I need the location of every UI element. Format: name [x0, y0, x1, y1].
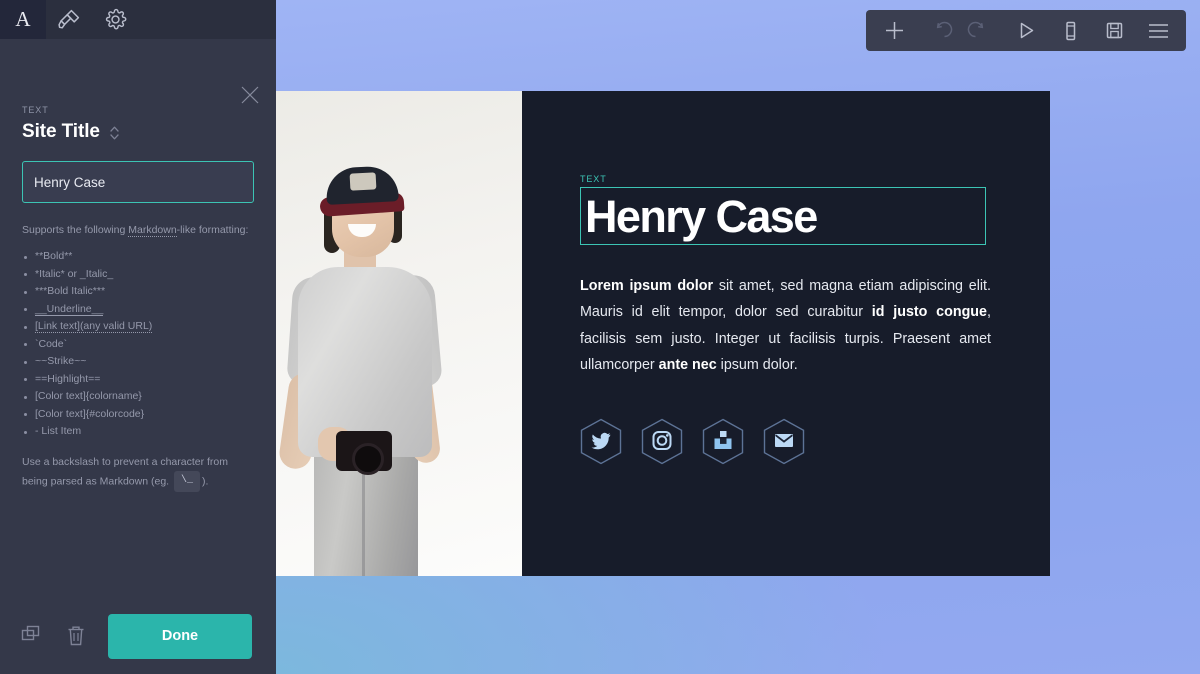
- mobile-preview-button[interactable]: [1048, 10, 1092, 51]
- editor-footer: Done: [0, 598, 276, 674]
- duplicate-icon: [21, 625, 40, 641]
- list-item: `Code`: [22, 336, 254, 354]
- duplicate-button[interactable]: [20, 624, 44, 648]
- social-email[interactable]: [763, 418, 805, 465]
- md-colorname: [Color text]{colorname}: [35, 390, 142, 403]
- body-text-segment: ipsum dolor.: [716, 356, 798, 373]
- body-bold-segment: ante nec: [658, 356, 717, 373]
- redo-button[interactable]: [960, 10, 1004, 51]
- letter-a-icon: A: [15, 7, 31, 31]
- list-item: ==Highlight==: [22, 371, 254, 389]
- site-body-copy[interactable]: Lorem ipsum dolor sit amet, sed magna et…: [580, 273, 991, 378]
- md-highlight: ==Highlight==: [35, 372, 101, 385]
- help-intro-pre: Supports the following: [22, 224, 129, 236]
- done-button[interactable]: Done: [108, 613, 252, 659]
- help-intro-post: -like formatting:: [176, 224, 249, 236]
- list-item: [Color text]{colorname}: [22, 388, 254, 406]
- list-item: **Bold**: [22, 248, 254, 266]
- markdown-syntax-list: **Bold** *Italic* or _Italic_ ***Bold It…: [22, 248, 254, 441]
- text-tab[interactable]: A: [0, 0, 46, 39]
- body-bold-segment: id justo congue: [871, 304, 987, 321]
- list-item: [Color text]{#colorcode}: [22, 406, 254, 424]
- social-twitter[interactable]: [580, 418, 622, 465]
- add-button[interactable]: [872, 10, 916, 51]
- plus-icon: [885, 22, 903, 39]
- preview-button[interactable]: [1004, 10, 1048, 51]
- md-underline: __Underline__: [35, 302, 104, 316]
- md-code: `Code`: [35, 337, 68, 350]
- gear-icon: [105, 8, 126, 30]
- list-item: *Italic* or _Italic_: [22, 266, 254, 284]
- delete-button[interactable]: [64, 624, 88, 648]
- close-panel-button[interactable]: [237, 82, 263, 108]
- markdown-link[interactable]: Markdown: [128, 224, 177, 237]
- note-post: ).: [202, 474, 209, 487]
- editor-tabbar: A: [0, 0, 276, 39]
- mobile-icon: [1065, 21, 1075, 40]
- md-bold-italic: ***Bold Italic***: [35, 285, 106, 298]
- md-bold: **Bold**: [35, 250, 73, 263]
- social-links: [580, 418, 1050, 465]
- list-item: ***Bold Italic***: [22, 283, 254, 301]
- list-item: [Link text](any valid URL): [22, 318, 254, 336]
- body-bold-segment: Lorem ipsum dolor: [580, 278, 714, 294]
- menu-button[interactable]: [1136, 10, 1180, 51]
- close-icon: [241, 86, 259, 104]
- field-title-row: Site Title: [22, 121, 254, 143]
- md-italic: *Italic* or _Italic_: [35, 267, 114, 280]
- undo-button[interactable]: [916, 10, 960, 51]
- site-title-input[interactable]: [22, 161, 254, 203]
- top-toolbar: [866, 10, 1186, 51]
- settings-tab[interactable]: [92, 0, 138, 39]
- list-item: ~~Strike~~: [22, 353, 254, 371]
- social-dropbox[interactable]: [702, 418, 744, 465]
- field-kicker: TEXT: [22, 105, 49, 115]
- headline-selection-box[interactable]: Henry Case: [580, 187, 986, 245]
- hamburger-menu-icon: [1148, 23, 1168, 38]
- md-colorcode: [Color text]{#colorcode}: [35, 407, 145, 420]
- trash-icon: [68, 626, 84, 646]
- paint-brush-icon: [57, 9, 79, 29]
- markdown-help-intro: Supports the following Markdown-like for…: [22, 223, 254, 237]
- play-icon: [1020, 22, 1033, 39]
- save-button[interactable]: [1092, 10, 1136, 51]
- redo-icon: [967, 21, 984, 37]
- list-item: - List Item: [22, 423, 254, 441]
- site-preview: TEXT Henry Case Lorem ipsum dolor sit am…: [276, 91, 1050, 576]
- selected-block-label: TEXT: [580, 174, 607, 184]
- field-title: Site Title: [22, 121, 100, 142]
- undo-icon: [936, 21, 953, 37]
- style-tab[interactable]: [46, 0, 92, 39]
- backslash-code-chip: \_: [174, 470, 201, 492]
- editor-sidebar: A TEXT Site Title Henry Case Supports th…: [0, 0, 276, 674]
- photo-cap-logo: [349, 172, 377, 191]
- hero-content: TEXT Henry Case Lorem ipsum dolor sit am…: [522, 91, 1050, 576]
- social-instagram[interactable]: [641, 418, 683, 465]
- md-link: [Link text](any valid URL): [35, 320, 153, 334]
- editor-panel-body: TEXT Site Title Supports the following M…: [0, 39, 276, 598]
- list-item: __Underline__: [22, 301, 254, 319]
- photo-camera-lens: [352, 443, 384, 475]
- md-strike: ~~Strike~~: [35, 355, 87, 368]
- photo-tshirt: [298, 267, 432, 457]
- md-list-item: - List Item: [35, 425, 82, 438]
- site-headline[interactable]: Henry Case: [585, 194, 818, 239]
- backslash-note: Use a backslash to prevent a character f…: [22, 453, 254, 492]
- save-disk-icon: [1106, 22, 1122, 39]
- chevron-up-down-icon[interactable]: [109, 123, 120, 141]
- hero-photo[interactable]: [276, 91, 522, 576]
